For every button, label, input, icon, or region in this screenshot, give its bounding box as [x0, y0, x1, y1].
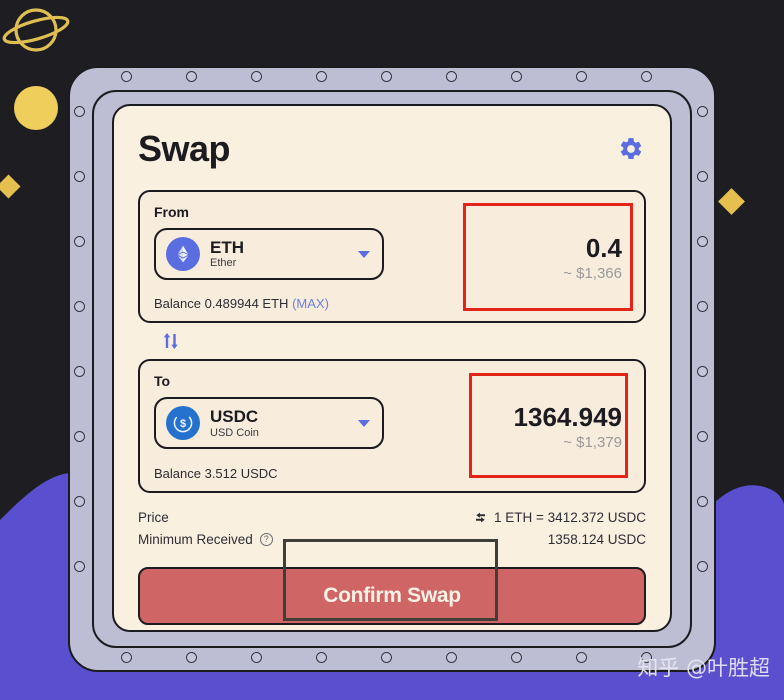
price-row: Price 1 ETH = 3412.372 USDC: [138, 507, 646, 529]
from-token-select[interactable]: ETH Ether: [154, 228, 384, 280]
frame-rivet: [511, 71, 522, 82]
from-token-text: ETH Ether: [210, 238, 348, 270]
chevron-down-icon[interactable]: [358, 250, 370, 258]
to-token-text: USDC USD Coin: [210, 407, 348, 439]
chevron-down-icon[interactable]: [358, 419, 370, 427]
minimum-received-label: Minimum Received: [138, 532, 253, 548]
frame-rivet: [121, 71, 132, 82]
from-label: From: [154, 204, 189, 220]
frame-rivet: [381, 652, 392, 663]
frame-rivet: [74, 106, 85, 117]
usdc-glyph-icon: $: [173, 414, 193, 433]
yellow-diamond-right-icon: [718, 188, 745, 215]
frame-rivet: [697, 431, 708, 442]
frame-rivet: [576, 652, 587, 663]
frame-rivet: [446, 71, 457, 82]
screenshot-root: Swap From ETH Ether 0.4 ~ $1,366 Balance…: [0, 0, 784, 700]
from-token-symbol: ETH: [210, 237, 244, 257]
help-circle-icon[interactable]: ?: [259, 533, 273, 547]
to-label: To: [154, 373, 171, 390]
swap-direction-row: [138, 323, 646, 359]
page-title: Swap: [138, 128, 231, 169]
yellow-diamond-left-icon: [0, 174, 21, 199]
frame-rivet: [697, 366, 708, 377]
svg-text:$: $: [180, 419, 186, 431]
frame-rivet: [74, 366, 85, 377]
frame-rivet: [576, 71, 587, 82]
frame-rivet: [316, 652, 327, 663]
from-balance-line: Balance 0.489944 ETH (MAX): [154, 296, 630, 311]
price-value-group: 1 ETH = 3412.372 USDC: [474, 510, 646, 525]
details-block: Price 1 ETH = 3412.372 USDC Minimum Rece…: [138, 507, 646, 551]
swap-vertical-icon[interactable]: [160, 329, 182, 353]
frame-rivet: [446, 652, 457, 663]
frame-rivet: [186, 71, 197, 82]
to-token-name: USD Coin: [210, 426, 259, 439]
to-token-select[interactable]: $ USDC USD Coin: [154, 397, 384, 450]
to-amount-input[interactable]: 1364.949: [470, 402, 622, 433]
from-amount-box[interactable]: 0.4 ~ $1,366: [470, 228, 630, 289]
to-amount-box[interactable]: 1364.949 ~ $1,379: [470, 397, 630, 458]
minimum-received-label-group: Minimum Received ?: [138, 532, 273, 547]
frame-rivet: [316, 71, 327, 82]
frame-rivet: [121, 652, 132, 663]
swap-horizontal-icon[interactable]: [474, 512, 487, 523]
to-amount-usd: ~ $1,379: [563, 434, 622, 452]
frame-rivet: [186, 652, 197, 663]
frame-rivet: [697, 561, 708, 572]
ethereum-glyph-icon: [178, 245, 188, 263]
usdc-icon: $: [166, 406, 200, 441]
from-row: ETH Ether 0.4 ~ $1,366: [154, 228, 630, 289]
to-row: $ USDC USD Coin 1364.949 ~ $1,379: [154, 397, 630, 458]
minimum-received-value: 1358.124 USDC: [547, 532, 646, 548]
frame-rivet: [511, 652, 522, 663]
to-token-symbol: USDC: [210, 407, 259, 427]
frame-rivet: [697, 106, 708, 117]
frame-rivet: [697, 171, 708, 182]
swap-card: Swap From ETH Ether 0.4 ~ $1,366 Balance…: [112, 104, 672, 632]
watermark: 知乎 @叶胜超: [637, 656, 770, 680]
minimum-received-row: Minimum Received ? 1358.124 USDC: [138, 529, 646, 551]
frame-rivet: [641, 71, 652, 82]
frame-rivet: [74, 301, 85, 312]
price-label: Price: [138, 510, 169, 526]
frame-rivet: [697, 236, 708, 247]
frame-rivet: [74, 431, 85, 442]
max-button[interactable]: (MAX): [292, 296, 329, 311]
frame-rivet: [251, 652, 262, 663]
to-balance-text: Balance 3.512 USDC: [154, 465, 278, 481]
frame-rivet: [74, 236, 85, 247]
from-panel: From ETH Ether 0.4 ~ $1,366 Balance 0.48…: [138, 190, 646, 324]
from-balance-text: Balance 0.489944 ETH: [154, 296, 289, 312]
frame-rivet: [74, 171, 85, 182]
frame-rivet: [697, 301, 708, 312]
frame-rivet: [251, 71, 262, 82]
frame-rivet: [697, 496, 708, 507]
from-amount-input[interactable]: 0.4: [470, 233, 622, 264]
gear-icon: [620, 138, 642, 159]
frame-rivet: [74, 561, 85, 572]
ethereum-icon: [166, 237, 200, 271]
frame-rivet: [381, 71, 392, 82]
confirm-swap-button[interactable]: Confirm Swap: [138, 566, 646, 625]
price-value: 1 ETH = 3412.372 USDC: [494, 510, 646, 526]
to-balance-line: Balance 3.512 USDC: [154, 466, 630, 481]
from-amount-usd: ~ $1,366: [563, 264, 622, 282]
frame-rivet: [74, 496, 85, 507]
settings-button[interactable]: [616, 134, 646, 164]
yellow-circle-decoration: [14, 86, 58, 130]
card-header: Swap: [138, 128, 646, 170]
from-token-name: Ether: [210, 257, 237, 270]
saturn-icon: [2, 8, 70, 52]
to-panel: To $ USDC USD Coin 1364.949 ~ $1,379 Bal…: [138, 359, 646, 493]
